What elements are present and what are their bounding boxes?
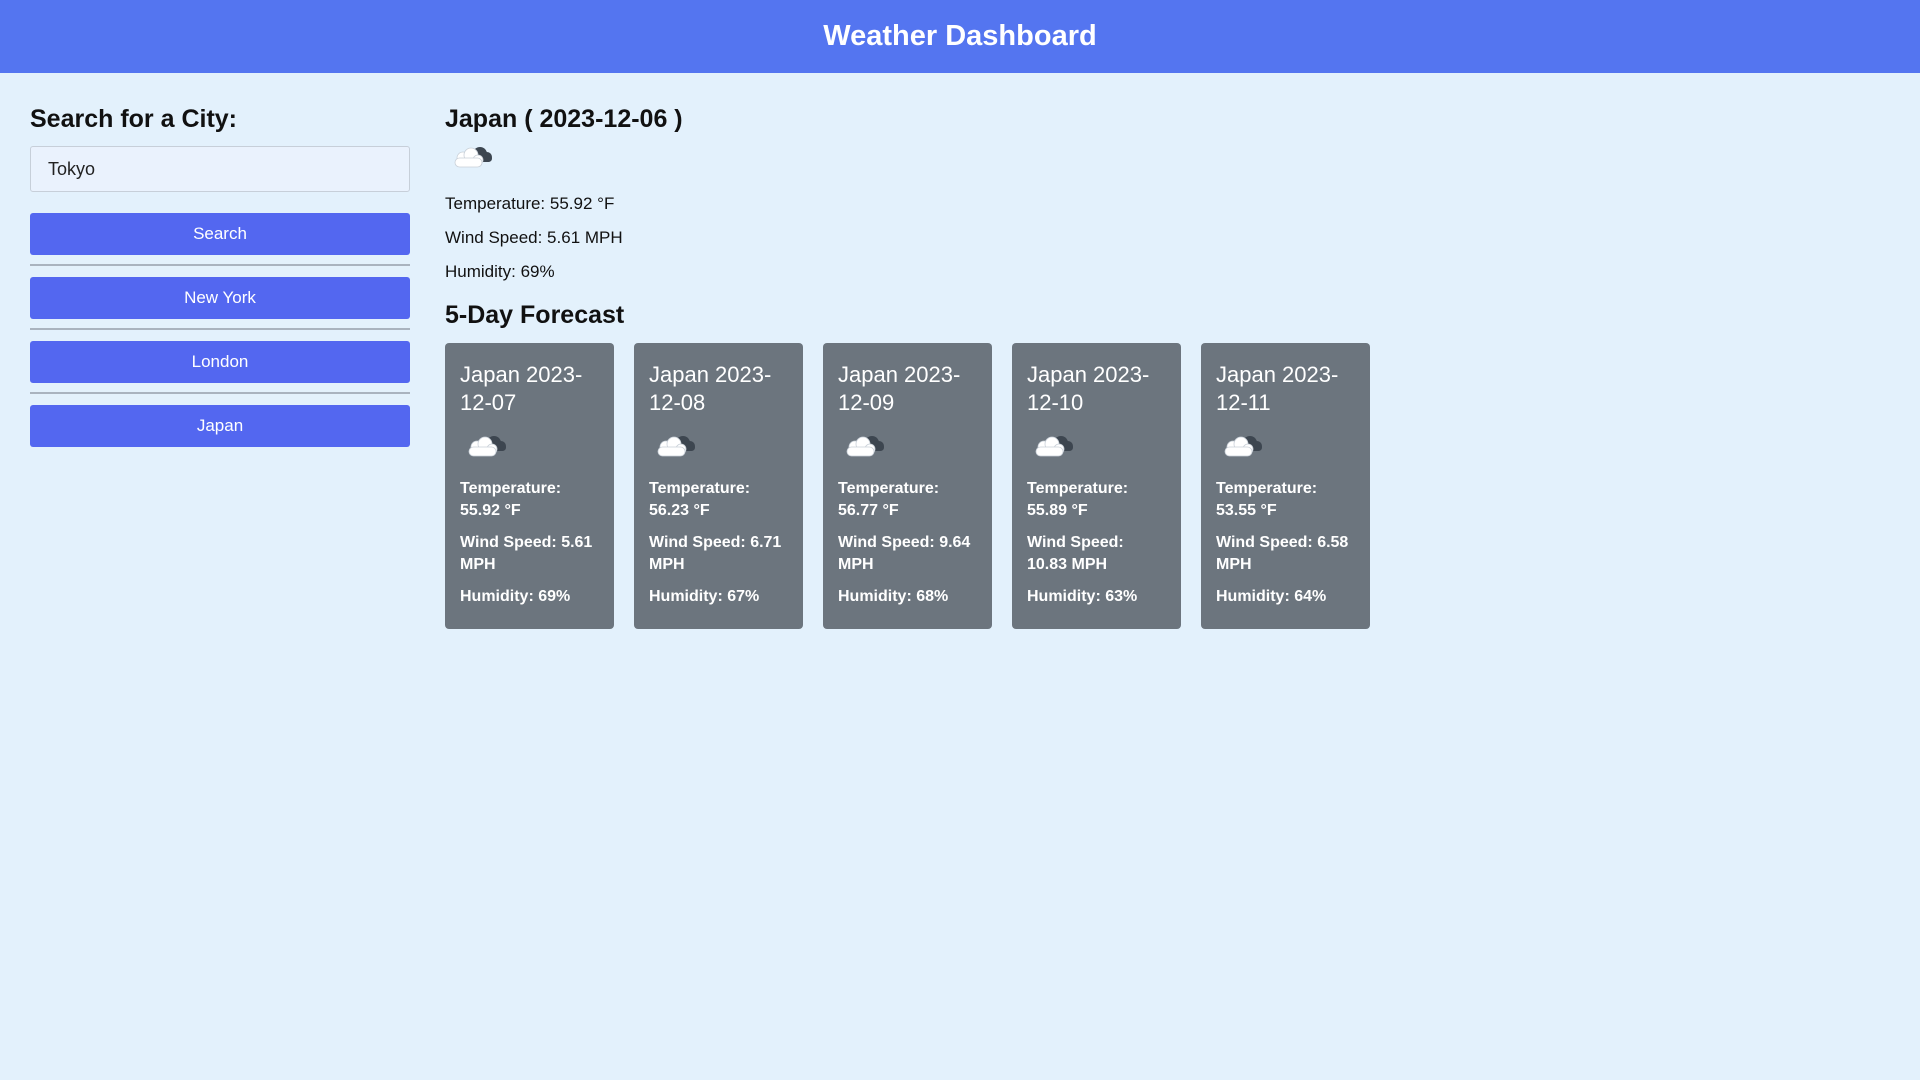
cloud-icon: [464, 429, 510, 463]
forecast-humidity: Humidity: 68%: [838, 588, 949, 605]
forecast-temperature: Temperature: 56.77 °F: [838, 480, 940, 519]
forecast-card-title: Japan 2023-12-07: [460, 362, 583, 415]
forecast-card-title: Japan 2023-12-11: [1216, 362, 1339, 415]
city-search-input[interactable]: [30, 146, 410, 192]
cloud-icon: [842, 429, 888, 463]
forecast-card-title: Japan 2023-12-10: [1027, 362, 1150, 415]
forecast-temperature: Temperature: 55.92 °F: [460, 480, 562, 519]
forecast-card: Japan 2023-12-10 Temperature: 55.89 °F W…: [1012, 343, 1181, 629]
weather-main: Japan ( 2023-12-06 ) Temperature: 55.92 …: [445, 105, 1390, 629]
forecast-card: Japan 2023-12-07 Temperature: 55.92 °F W…: [445, 343, 614, 629]
cloud-icon: [653, 429, 699, 463]
forecast-wind-speed: Wind Speed: 6.71 MPH: [649, 534, 782, 573]
divider: [30, 328, 410, 330]
forecast-temperature: Temperature: 55.89 °F: [1027, 480, 1129, 519]
current-temperature: Temperature: 55.92 °F: [445, 194, 615, 213]
forecast-card: Japan 2023-12-11 Temperature: 53.55 °F W…: [1201, 343, 1370, 629]
current-humidity: Humidity: 69%: [445, 262, 555, 281]
forecast-humidity: Humidity: 69%: [460, 588, 571, 605]
history-button-japan[interactable]: Japan: [30, 405, 410, 447]
forecast-cards: Japan 2023-12-07 Temperature: 55.92 °F W…: [445, 343, 1390, 629]
cloud-icon: [1220, 429, 1266, 463]
history-button-london[interactable]: London: [30, 341, 410, 383]
cloud-icon: [450, 140, 496, 174]
forecast-wind-speed: Wind Speed: 5.61 MPH: [460, 534, 593, 573]
current-wind-speed: Wind Speed: 5.61 MPH: [445, 228, 623, 247]
forecast-temperature: Temperature: 53.55 °F: [1216, 480, 1318, 519]
forecast-card: Japan 2023-12-08 Temperature: 56.23 °F W…: [634, 343, 803, 629]
forecast-humidity: Humidity: 63%: [1027, 588, 1138, 605]
forecast-wind-speed: Wind Speed: 6.58 MPH: [1216, 534, 1349, 573]
search-button[interactable]: Search: [30, 213, 410, 255]
app-header: Weather Dashboard: [0, 0, 1920, 73]
divider: [30, 264, 410, 266]
forecast-wind-speed: Wind Speed: 9.64 MPH: [838, 534, 971, 573]
forecast-temperature: Temperature: 56.23 °F: [649, 480, 751, 519]
forecast-heading: 5-Day Forecast: [445, 301, 625, 329]
forecast-wind-speed: Wind Speed: 10.83 MPH: [1027, 534, 1124, 573]
forecast-card: Japan 2023-12-09 Temperature: 56.77 °F W…: [823, 343, 992, 629]
history-button-new-york[interactable]: New York: [30, 277, 410, 319]
current-weather: Japan ( 2023-12-06 ) Temperature: 55.92 …: [445, 105, 1390, 283]
page-title: Weather Dashboard: [823, 20, 1097, 52]
current-weather-title: Japan ( 2023-12-06 ): [445, 105, 683, 133]
cloud-icon: [1031, 429, 1077, 463]
divider: [30, 392, 410, 394]
search-sidebar: Search for a City: Search New York Londo…: [30, 105, 410, 447]
forecast-card-title: Japan 2023-12-09: [838, 362, 961, 415]
forecast-humidity: Humidity: 64%: [1216, 588, 1327, 605]
forecast-humidity: Humidity: 67%: [649, 588, 760, 605]
search-heading: Search for a City:: [30, 105, 238, 133]
forecast-card-title: Japan 2023-12-08: [649, 362, 772, 415]
